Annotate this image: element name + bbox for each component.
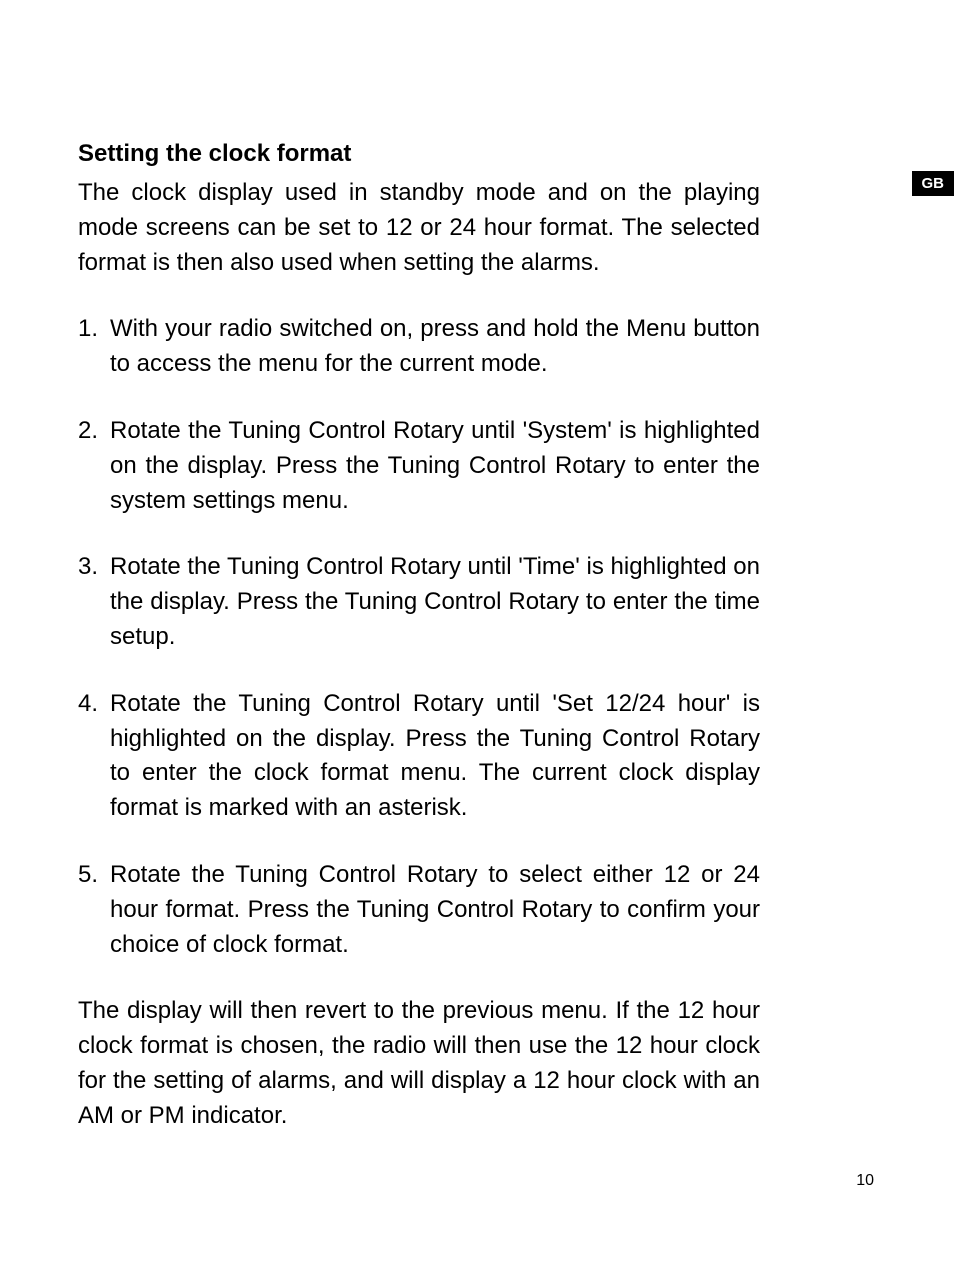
language-badge: GB <box>912 171 954 196</box>
list-item: 4. Rotate the Tuning Control Rotary unti… <box>78 687 760 826</box>
list-text: Rotate the Tuning Control Rotary until '… <box>110 550 760 654</box>
list-number: 5. <box>78 858 110 962</box>
list-item: 1. With your radio switched on, press an… <box>78 312 760 382</box>
list-item: 2. Rotate the Tuning Control Rotary unti… <box>78 414 760 518</box>
list-text: Rotate the Tuning Control Rotary until '… <box>110 414 760 518</box>
steps-list: 1. With your radio switched on, press an… <box>78 312 760 962</box>
intro-paragraph: The clock display used in standby mode a… <box>78 176 760 280</box>
list-text: With your radio switched on, press and h… <box>110 312 760 382</box>
list-number: 1. <box>78 312 110 382</box>
list-item: 5. Rotate the Tuning Control Rotary to s… <box>78 858 760 962</box>
page-number: 10 <box>856 1172 874 1190</box>
section-title: Setting the clock format <box>78 140 760 168</box>
list-number: 2. <box>78 414 110 518</box>
closing-paragraph: The display will then revert to the prev… <box>78 994 760 1133</box>
list-number: 3. <box>78 550 110 654</box>
list-number: 4. <box>78 687 110 826</box>
list-item: 3. Rotate the Tuning Control Rotary unti… <box>78 550 760 654</box>
list-text: Rotate the Tuning Control Rotary to sele… <box>110 858 760 962</box>
page-content: Setting the clock format The clock displ… <box>0 0 840 1194</box>
list-text: Rotate the Tuning Control Rotary until '… <box>110 687 760 826</box>
